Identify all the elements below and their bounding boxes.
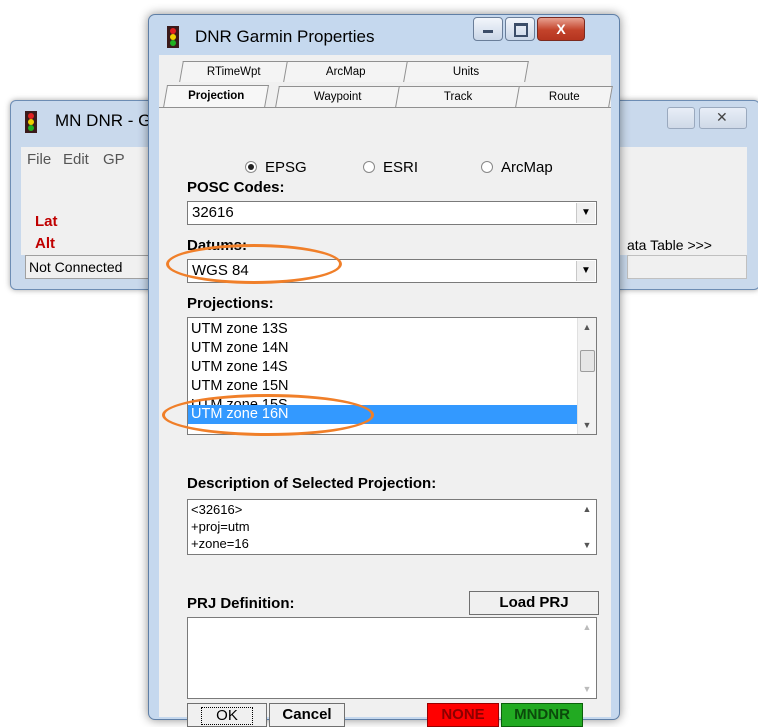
radio-unselected-icon	[363, 161, 375, 173]
scroll-up-icon[interactable]: ▲	[578, 618, 596, 636]
mndnr-button[interactable]: MNDNR	[501, 703, 583, 727]
connection-status: Not Connected	[25, 255, 158, 279]
tab-track[interactable]: Track	[395, 86, 521, 107]
radio-epsg[interactable]: EPSG	[245, 159, 307, 176]
description-line: <32616>	[191, 502, 243, 517]
radio-unselected-icon	[481, 161, 493, 173]
data-table-button[interactable]: ata Table >>>	[627, 235, 739, 255]
tab-waypoint[interactable]: Waypoint	[275, 86, 401, 107]
dialog-client-area: RTimeWpt ArcMap Units Projection Waypoin…	[159, 55, 613, 727]
chevron-down-icon[interactable]: ▼	[576, 261, 595, 281]
properties-dialog: DNR Garmin Properties X RTimeWpt ArcMap …	[148, 14, 620, 727]
scroll-down-icon[interactable]: ▼	[578, 536, 596, 554]
scroll-down-icon[interactable]: ▼	[578, 416, 596, 434]
background-window-title: MN DNR - G	[55, 111, 152, 130]
close-icon: X	[556, 21, 566, 37]
prj-definition-label: PRJ Definition:	[187, 595, 295, 612]
tab-units[interactable]: Units	[403, 61, 529, 82]
app-icon	[167, 26, 179, 53]
app-icon	[25, 111, 37, 138]
maximize-button[interactable]	[667, 107, 695, 129]
scroll-thumb[interactable]	[580, 350, 595, 372]
lat-label: Lat	[35, 213, 58, 230]
tab-route[interactable]: Route	[515, 86, 613, 107]
projection-highlight-ellipse	[162, 394, 374, 436]
list-item[interactable]: UTM zone 14S	[188, 358, 596, 377]
minimize-button[interactable]	[473, 17, 503, 41]
scroll-up-icon[interactable]: ▲	[578, 500, 596, 518]
radio-esri[interactable]: ESRI	[363, 159, 418, 176]
dialog-title: DNR Garmin Properties	[195, 27, 375, 46]
menu-gps[interactable]: GP	[103, 151, 125, 168]
list-item[interactable]: UTM zone 14N	[188, 339, 596, 358]
menu-edit[interactable]: Edit	[63, 151, 89, 168]
description-label: Description of Selected Projection:	[187, 475, 437, 492]
datum-highlight-ellipse	[166, 244, 342, 284]
radio-selected-icon	[245, 161, 257, 173]
radio-arcmap[interactable]: ArcMap	[481, 159, 553, 176]
cancel-button[interactable]: Cancel	[269, 703, 345, 727]
description-scrollbar[interactable]: ▲ ▼	[578, 500, 596, 554]
menu-file[interactable]: File	[27, 151, 51, 168]
list-item[interactable]: UTM zone 15N	[188, 377, 596, 396]
scroll-down-icon[interactable]: ▼	[578, 680, 596, 698]
prj-definition-box[interactable]: ▲ ▼	[187, 617, 597, 699]
maximize-button[interactable]	[505, 17, 535, 41]
alt-label: Alt	[35, 235, 55, 252]
posc-codes-combo[interactable]: 32616 ▼	[187, 201, 597, 225]
prj-scrollbar[interactable]: ▲ ▼	[578, 618, 596, 698]
close-button[interactable]: ✕	[699, 107, 747, 129]
tab-arcmap[interactable]: ArcMap	[283, 61, 409, 82]
none-button[interactable]: NONE	[427, 703, 499, 727]
close-button[interactable]: X	[537, 17, 585, 41]
description-line: +zone=16	[191, 536, 249, 551]
posc-codes-value: 32616	[192, 204, 234, 221]
projections-label: Projections:	[187, 295, 274, 312]
list-item[interactable]: UTM zone 13S	[188, 320, 596, 339]
projections-scrollbar[interactable]: ▲ ▼	[577, 318, 596, 434]
ok-button[interactable]: OK	[187, 703, 267, 727]
description-line: +proj=utm	[191, 519, 250, 534]
description-box[interactable]: <32616> +proj=utm +zone=16 ▲ ▼	[187, 499, 597, 555]
maximize-icon	[514, 23, 528, 37]
close-icon: ✕	[716, 109, 728, 125]
status-bar-grip	[627, 255, 747, 279]
tab-divider	[159, 107, 611, 108]
load-prj-button[interactable]: Load PRJ	[469, 591, 599, 615]
scroll-up-icon[interactable]: ▲	[578, 318, 596, 336]
tab-projection[interactable]: Projection	[162, 85, 270, 108]
tab-rtimewpt[interactable]: RTimeWpt	[179, 61, 289, 82]
minimize-icon	[483, 30, 493, 33]
chevron-down-icon[interactable]: ▼	[576, 203, 595, 223]
posc-codes-label: POSC Codes:	[187, 179, 285, 196]
